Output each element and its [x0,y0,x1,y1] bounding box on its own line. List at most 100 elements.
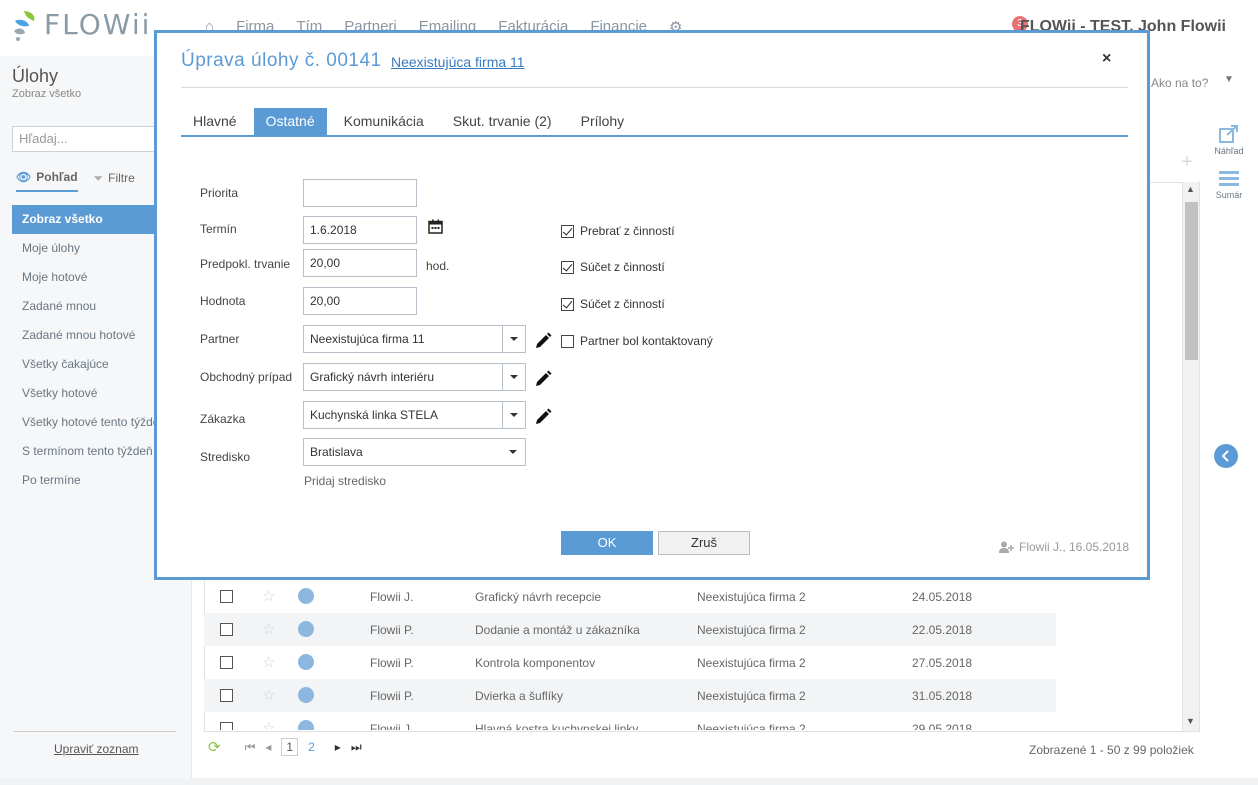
cell-task: Dvierka a šuflíky [475,689,564,703]
pencil-icon[interactable] [533,369,553,389]
chevron-down-icon[interactable] [502,439,525,465]
scroll-up-icon[interactable]: ▲ [1186,184,1195,194]
duration-label: Predpokl. trvanie [200,257,291,271]
checkbox[interactable] [561,224,574,238]
checkbox-sum-duration[interactable]: Súčet z činností [561,260,665,274]
howto-link[interactable]: Ako na to? [1151,76,1208,90]
row-checkbox[interactable] [220,590,233,603]
preview-label: Náhľad [1214,146,1244,156]
logo-text: FLOWii [44,8,152,41]
refresh-icon[interactable]: ⟳ [208,738,221,756]
summary-button[interactable]: Sumár [1206,170,1252,200]
edit-list-link[interactable]: Upraviť zoznam [54,742,139,756]
tab-view[interactable]: 👁 Pohľad [16,170,78,192]
preview-button[interactable]: Náhľad [1206,124,1252,156]
deadline-input[interactable]: 1.6.2018 [303,216,417,244]
row-checkbox[interactable] [220,722,233,730]
prev-page-icon[interactable]: ◂ [265,740,271,754]
page-subtitle: Zobraz všetko [12,88,82,100]
table-row[interactable]: ☆ Flowii P. Kontrola komponentov Neexist… [204,646,1056,679]
checkbox-sum-value[interactable]: Súčet z činností [561,297,665,311]
chevron-left-icon [1221,450,1229,462]
star-icon[interactable]: ☆ [262,587,275,605]
cell-date: 29.05.2018 [912,722,973,730]
priority-input[interactable] [303,179,417,207]
order-select[interactable]: Kuchynská linka STELA [303,401,526,429]
star-icon[interactable]: ☆ [262,686,275,704]
cancel-button[interactable]: Zruš [658,531,750,555]
table-row[interactable]: ☆ Flowii J. Hlavná kostra kuchynskej lin… [204,712,1056,730]
chevron-down-icon[interactable]: ▼ [1224,74,1234,85]
checkbox[interactable] [561,297,574,311]
deadline-label: Termín [200,222,237,236]
task-table: ☆ Flowii J. Grafický návrh recepcie Neex… [204,580,1056,730]
dialog-title: Úprava úlohy č. 00141 [181,50,382,71]
checkbox-from-activities[interactable]: Prebrať z činností [561,224,675,238]
add-center-link[interactable]: Pridaj stredisko [304,474,386,488]
star-icon[interactable]: ☆ [262,620,275,638]
tab-actual-duration[interactable]: Skut. trvanie (2) [441,108,564,135]
star-icon[interactable]: ☆ [262,653,275,671]
calendar-icon[interactable] [428,219,443,234]
checkbox-partner-contacted[interactable]: Partner bol kontaktovaný [561,334,713,348]
checkbox[interactable] [561,334,574,348]
table-row[interactable]: ☆ Flowii P. Dodanie a montáž u zákazníka… [204,613,1056,646]
collapse-button[interactable] [1214,444,1238,468]
created-by: Flowii J., 16.05.2018 [1019,540,1130,554]
add-icon[interactable]: + [1181,151,1193,174]
row-checkbox[interactable] [220,623,233,636]
next-page-icon[interactable]: ▸ [335,740,341,754]
dialog-firm-link[interactable]: Neexistujúca firma 11 [391,54,525,70]
cell-firm: Neexistujúca firma 2 [697,722,806,730]
cell-user: Flowii J. [370,722,414,730]
order-value: Kuchynská linka STELA [310,408,439,422]
cell-firm: Neexistujúca firma 2 [697,689,806,703]
case-select[interactable]: Grafický návrh interiéru [303,363,526,391]
first-page-icon[interactable]: ⏮ [245,740,256,755]
status-icon [298,621,314,637]
summary-label: Sumár [1215,190,1243,200]
scroll-down-icon[interactable]: ▼ [1186,716,1195,726]
pencil-icon[interactable] [533,407,553,427]
center-select[interactable]: Bratislava [303,438,526,466]
close-icon[interactable]: × [1102,50,1111,68]
cell-user: Flowii P. [370,623,414,637]
status-icon [298,654,314,670]
logo[interactable]: FLOWii [12,8,151,41]
scroll-thumb[interactable] [1185,202,1198,360]
row-checkbox[interactable] [220,689,233,702]
tab-main[interactable]: Hlavné [181,108,249,135]
duration-unit: hod. [426,259,450,273]
partner-select[interactable]: Neexistujúca firma 11 [303,325,526,353]
cell-user: Flowii P. [370,689,414,703]
scrollbar[interactable]: ▲ ▼ [1182,182,1199,731]
cell-date: 31.05.2018 [912,689,973,703]
partner-value: Neexistujúca firma 11 [310,332,425,346]
value-input[interactable]: 20,00 [303,287,417,315]
checkbox-label: Prebrať z činností [580,224,675,238]
tab-other[interactable]: Ostatné [253,108,327,135]
chevron-down-icon[interactable] [502,402,525,428]
chevron-down-icon[interactable] [502,364,525,390]
checkbox-label: Súčet z činností [580,297,665,311]
checkbox[interactable] [561,260,574,274]
tab-filters[interactable]: ⏷ Filtre [94,170,135,192]
list-icon [1219,171,1239,186]
table-row[interactable]: ☆ Flowii P. Dvierka a šuflíky Neexistujú… [204,679,1056,712]
star-icon[interactable]: ☆ [262,719,275,730]
table-row[interactable]: ☆ Flowii J. Grafický návrh recepcie Neex… [204,580,1056,613]
chevron-down-icon[interactable] [502,326,525,352]
pencil-icon[interactable] [533,331,553,351]
search-input[interactable]: Hľadaj... [12,126,172,152]
tab-communication[interactable]: Komunikácia [332,108,436,135]
page-current[interactable]: 1 [281,738,299,756]
page-link[interactable]: 2 [308,740,315,754]
row-checkbox[interactable] [220,656,233,669]
cell-date: 22.05.2018 [912,623,973,637]
tab-attachments[interactable]: Prílohy [569,108,637,135]
duration-input[interactable]: 20,00 [303,249,417,277]
pager: ⟳ ⏮ ◂ 1 2 ▸ ⏭ [208,738,362,756]
last-page-icon[interactable]: ⏭ [351,740,362,755]
value-label: Hodnota [200,294,246,308]
ok-button[interactable]: OK [561,531,653,555]
